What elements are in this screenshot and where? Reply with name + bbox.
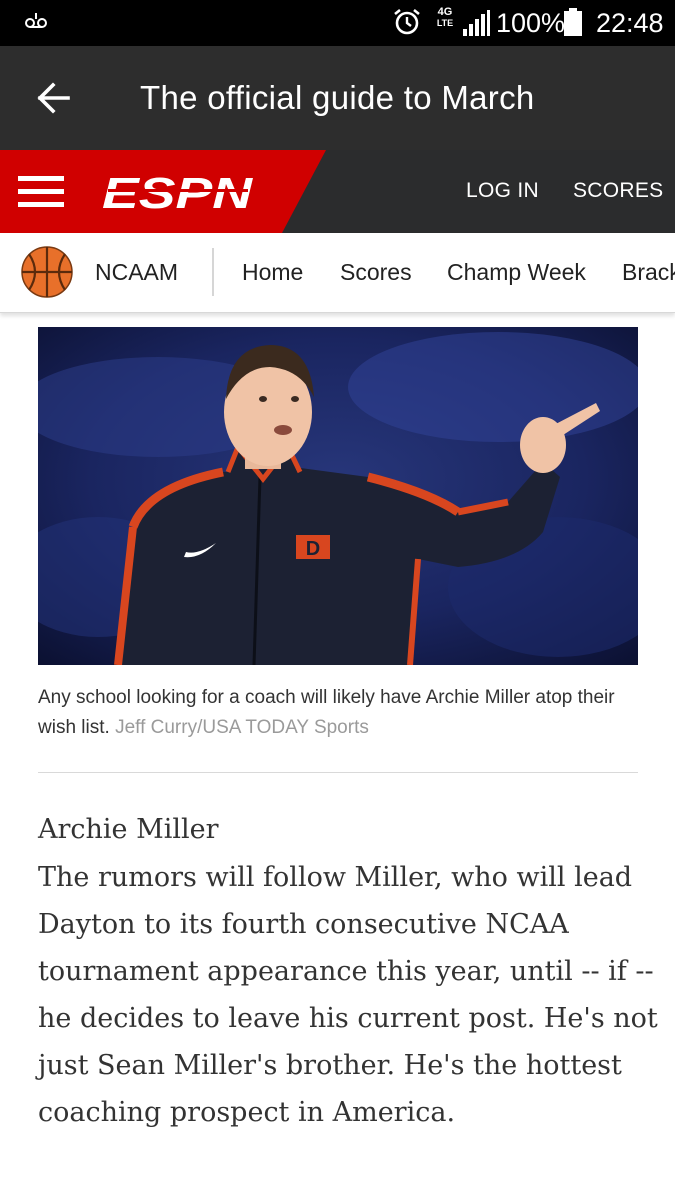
league-label[interactable]: NCAAM	[95, 257, 178, 287]
article-body: The rumors will follow Miller, who will …	[38, 862, 658, 1128]
nav-item-brackets[interactable]: Brackets	[622, 257, 675, 287]
article-photo: D	[38, 327, 638, 665]
sub-nav: NCAAM Home Scores Champ Week Brackets	[0, 233, 675, 313]
arrow-left-icon[interactable]	[36, 81, 70, 115]
signal-icon	[463, 10, 490, 36]
battery-percentage: 100%	[496, 8, 566, 38]
voicemail-icon	[25, 13, 47, 28]
network-type: 4G	[437, 6, 453, 18]
page-title: The official guide to March	[140, 79, 535, 116]
menu-icon[interactable]	[18, 172, 64, 212]
nav-item-home[interactable]: Home	[242, 257, 303, 287]
svg-text:D: D	[306, 538, 320, 560]
espn-header: ESPN LOG IN SCORES	[0, 150, 675, 233]
photo-credit: Jeff Curry/USA TODAY Sports	[115, 717, 369, 738]
section-divider	[38, 772, 638, 773]
network-indicator: 4G LTE	[436, 7, 454, 29]
nav-item-scores[interactable]: Scores	[340, 257, 412, 287]
article-heading: Archie Miller	[38, 814, 219, 845]
app-bar: The official guide to March	[0, 46, 675, 150]
espn-logo[interactable]: ESPN	[100, 172, 255, 212]
login-link[interactable]: LOG IN	[466, 177, 539, 205]
nav-divider	[212, 248, 214, 296]
basketball-icon	[21, 246, 73, 298]
photo-caption: Any school looking for a coach will like…	[38, 683, 638, 743]
status-bar: 4G LTE 100% 22:48	[0, 0, 675, 46]
network-subtype: LTE	[436, 18, 454, 28]
alarm-icon	[394, 8, 420, 35]
battery-icon	[564, 8, 582, 36]
nav-item-champ-week[interactable]: Champ Week	[447, 257, 586, 287]
clock: 22:48	[596, 8, 664, 38]
scores-link[interactable]: SCORES	[573, 177, 664, 205]
